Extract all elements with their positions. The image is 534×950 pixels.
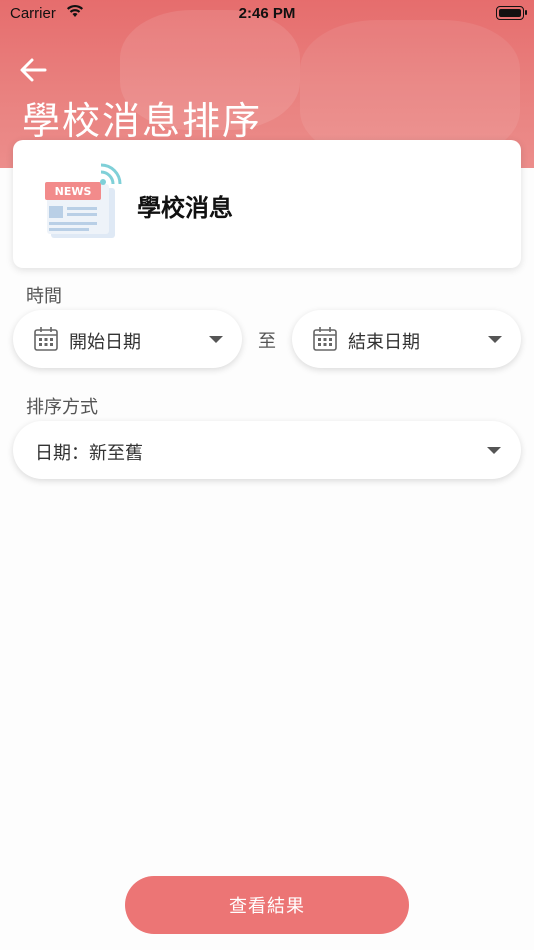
view-results-button[interactable]: 查看結果 [125, 876, 409, 934]
chevron-down-icon [487, 447, 501, 454]
sort-order-value: 日期：新至舊 [35, 443, 143, 464]
status-bar: Carrier 2:46 PM [0, 0, 534, 28]
category-card: NEWS 學校消息 [13, 140, 521, 268]
time-section-label: 時間 [26, 286, 62, 307]
sort-section-label: 排序方式 [26, 397, 98, 418]
newspaper-icon: NEWS [45, 163, 122, 238]
end-date-placeholder: 結束日期 [348, 332, 420, 353]
header-decor [300, 20, 520, 160]
start-date-picker[interactable]: 開始日期 [13, 310, 242, 368]
category-title: 學校消息 [137, 194, 233, 222]
battery-icon [496, 6, 527, 20]
arrow-left-icon [20, 58, 47, 82]
chevron-down-icon [488, 336, 502, 343]
sort-order-select[interactable]: 日期：新至舊 [13, 421, 521, 479]
page-title: 學校消息排序 [22, 99, 263, 143]
date-range-separator: 至 [258, 331, 276, 352]
chevron-down-icon [209, 336, 223, 343]
end-date-picker[interactable]: 結束日期 [292, 310, 521, 368]
start-date-placeholder: 開始日期 [69, 332, 141, 353]
back-button[interactable] [16, 55, 50, 85]
news-icon-label: NEWS [55, 185, 92, 198]
clock: 2:46 PM [238, 5, 296, 22]
calendar-icon [313, 327, 337, 351]
calendar-icon [34, 327, 58, 351]
